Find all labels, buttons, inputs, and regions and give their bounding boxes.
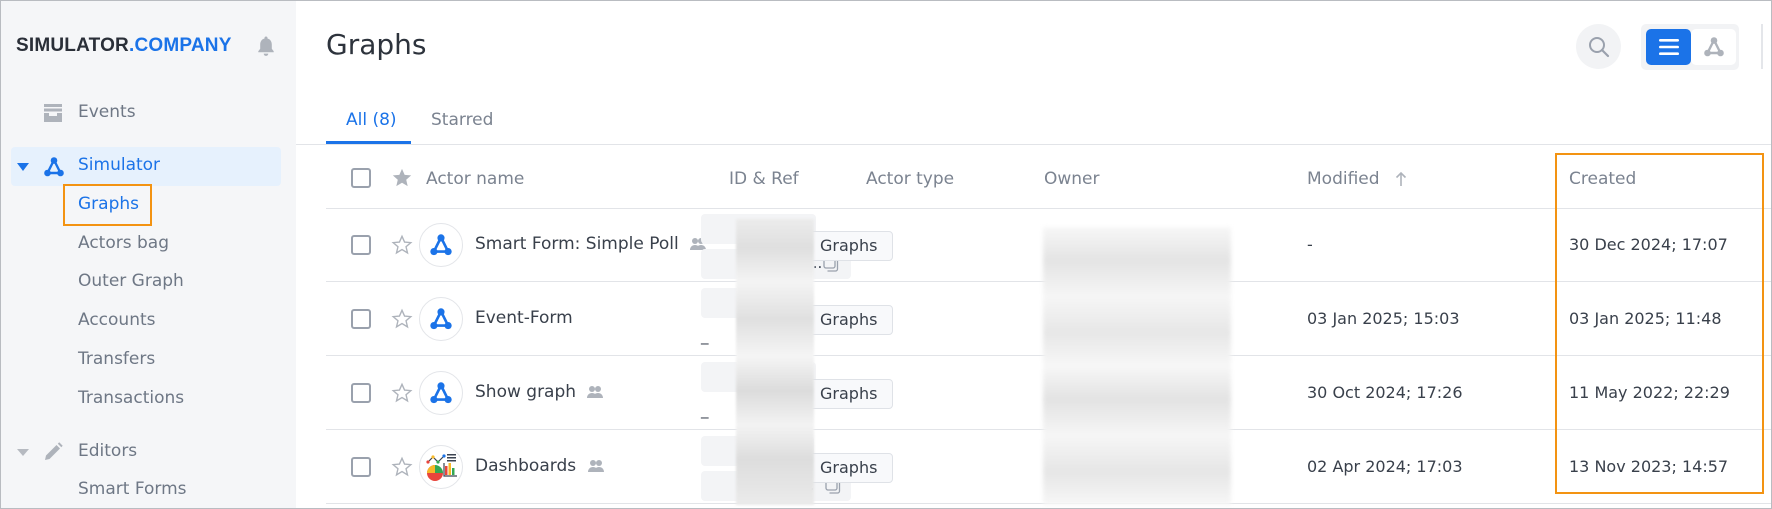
logo-text: SIMULATOR: [16, 35, 129, 56]
actor-name-link[interactable]: Show graph: [475, 382, 604, 402]
sidebar-item-label: Events: [78, 102, 136, 122]
ref-text: _: [701, 401, 709, 419]
dashboard-icon: [426, 454, 457, 481]
actor-type-badge: Graphs: [804, 305, 894, 335]
star-outline-icon[interactable]: [391, 308, 413, 330]
graph-icon: [430, 382, 452, 404]
sidebar-subitem-actors-bag[interactable]: Actors bag: [78, 233, 169, 253]
search-button[interactable]: [1576, 24, 1621, 69]
actor-name: Smart Form: Simple Poll: [475, 234, 679, 254]
graph-icon: [430, 308, 452, 330]
table-header: Actor name ID & Ref Actor type Owner Mod…: [326, 145, 1771, 209]
sidebar-item-simulator[interactable]: Simulator: [11, 147, 281, 186]
sidebar-item-label: Simulator: [78, 155, 161, 175]
modified-date: 30 Oct 2024; 17:26: [1307, 383, 1463, 402]
column-header-actor-type[interactable]: Actor type: [866, 169, 954, 189]
actor-avatar: [419, 223, 463, 267]
active-tab-indicator: [326, 141, 411, 144]
created-date: 13 Nov 2023; 14:57: [1569, 457, 1729, 476]
actor-name-link[interactable]: Smart Form: Simple Poll: [475, 234, 707, 254]
column-header-created[interactable]: Created: [1569, 169, 1636, 189]
list-view-button[interactable]: [1646, 29, 1691, 65]
sidebar-subitem-smart-forms[interactable]: Smart Forms: [78, 479, 187, 499]
actor-name: Event-Form: [475, 308, 573, 328]
graph-icon: [1704, 37, 1724, 57]
row-checkbox[interactable]: [351, 383, 371, 403]
star-outline-icon[interactable]: [391, 382, 413, 404]
sidebar-subitem-graphs[interactable]: Graphs: [78, 194, 139, 214]
archive-icon: [44, 104, 62, 122]
app-window: SIMULATOR.COMPANY Events Simulator Graph…: [0, 0, 1772, 509]
actor-name: Dashboards: [475, 456, 577, 476]
actor-type-badge: Graphs: [804, 379, 894, 409]
graph-view-button[interactable]: [1691, 29, 1736, 65]
sidebar-subitem-accounts[interactable]: Accounts: [78, 310, 156, 330]
graph-icon: [430, 234, 452, 256]
column-header-label: Modified: [1307, 169, 1380, 189]
sidebar-subitem-transfers[interactable]: Transfers: [78, 349, 155, 369]
created-date: 11 May 2022; 22:29: [1569, 383, 1730, 402]
page-title: Graphs: [326, 28, 427, 61]
sidebar-item-label: Editors: [78, 441, 138, 461]
bell-icon[interactable]: [256, 35, 276, 57]
column-header-owner[interactable]: Owner: [1044, 169, 1100, 189]
redacted-owner-region: [1043, 227, 1231, 505]
actor-avatar: [419, 371, 463, 415]
tab-bar: All (8) Starred: [296, 101, 1771, 145]
sidebar: SIMULATOR.COMPANY Events Simulator Graph…: [1, 1, 296, 508]
sidebar-item-editors[interactable]: Editors: [1, 441, 296, 465]
sidebar-subitem-outer-graph[interactable]: Outer Graph: [78, 271, 184, 291]
redacted-id-region: [736, 219, 814, 505]
toolbar-divider: [1761, 24, 1763, 69]
modified-date: -: [1307, 235, 1313, 254]
actor-name-link[interactable]: Event-Form: [475, 308, 573, 328]
actor-name-link[interactable]: Dashboards: [475, 456, 604, 476]
tab-starred[interactable]: Starred: [431, 110, 493, 130]
created-date: 03 Jan 2025; 11:48: [1569, 309, 1722, 328]
search-icon: [1589, 37, 1610, 58]
star-outline-icon[interactable]: [391, 456, 413, 478]
modified-date: 03 Jan 2025; 15:03: [1307, 309, 1460, 328]
sort-ascending-icon: [1395, 171, 1407, 186]
row-checkbox[interactable]: [351, 235, 371, 255]
select-all-checkbox[interactable]: [351, 168, 371, 188]
tab-all[interactable]: All (8): [346, 110, 397, 130]
shared-users-icon: [587, 460, 604, 472]
actor-avatar: [419, 297, 463, 341]
pencil-icon: [45, 442, 63, 460]
actor-type-badge: Graphs: [804, 231, 894, 261]
main-content: Graphs All (8) Starred Actor name ID & R…: [296, 1, 1771, 508]
ref-text: _: [701, 327, 709, 345]
modified-date: 02 Apr 2024; 17:03: [1307, 457, 1463, 476]
actor-name: Show graph: [475, 382, 577, 402]
list-icon: [1659, 39, 1679, 55]
star-filled-icon[interactable]: [391, 167, 413, 189]
row-checkbox[interactable]: [351, 309, 371, 329]
logo-domain: .COMPANY: [128, 35, 232, 56]
caret-down-icon[interactable]: [17, 163, 29, 171]
created-date: 30 Dec 2024; 17:07: [1569, 235, 1728, 254]
row-checkbox[interactable]: [351, 457, 371, 477]
column-header-actor-name[interactable]: Actor name: [426, 169, 524, 189]
view-toggle: [1641, 24, 1739, 70]
actor-avatar: [419, 445, 463, 489]
sidebar-subitem-transactions[interactable]: Transactions: [78, 388, 184, 408]
column-header-id-ref[interactable]: ID & Ref: [729, 169, 799, 189]
shared-users-icon: [587, 386, 604, 398]
graph-icon: [44, 157, 64, 177]
actor-type-badge: Graphs: [804, 453, 894, 483]
column-header-modified[interactable]: Modified: [1307, 169, 1407, 189]
caret-down-icon[interactable]: [17, 449, 29, 456]
star-outline-icon[interactable]: [391, 234, 413, 256]
logo[interactable]: SIMULATOR.COMPANY: [16, 35, 232, 57]
